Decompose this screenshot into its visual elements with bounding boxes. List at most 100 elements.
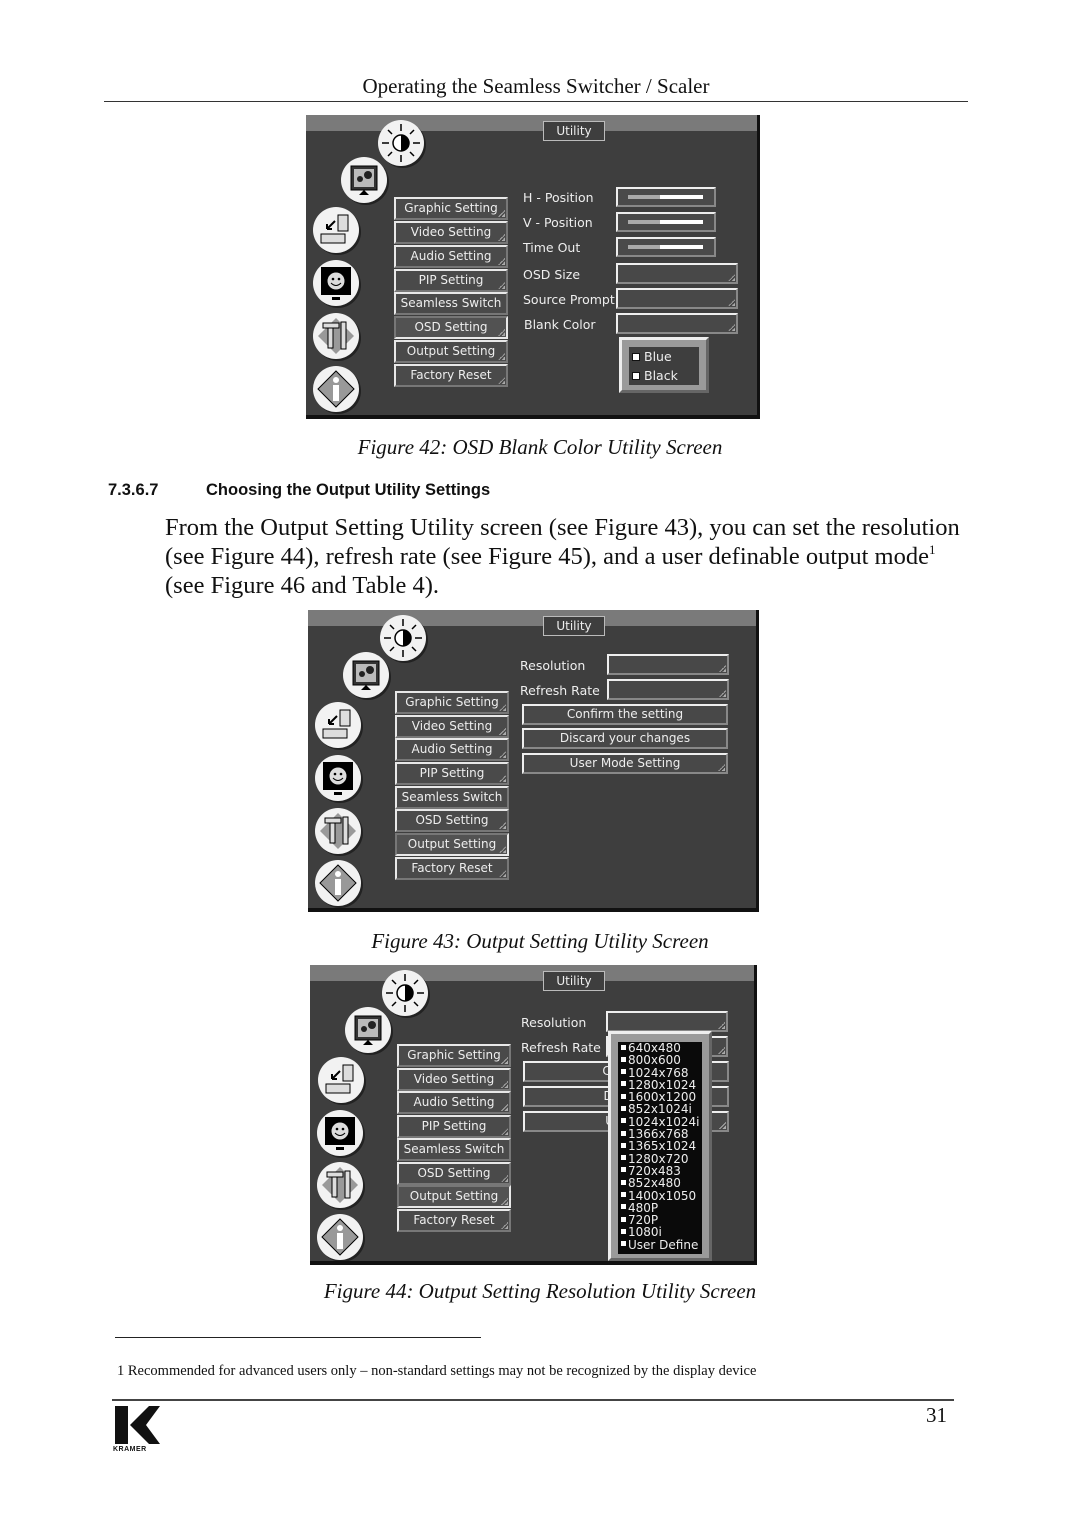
osd-screen-figure-43: Utility Graphic Setting Video Setting Au… bbox=[308, 610, 759, 912]
refresh-rate-label: Refresh Rate bbox=[520, 683, 600, 698]
osd-title-tab: Utility bbox=[543, 121, 605, 141]
grip-icon bbox=[499, 870, 506, 877]
footnote-ref[interactable]: 1 bbox=[929, 542, 936, 557]
resolution-options-list[interactable]: 640x480 800x600 1024x768 1280x1024 1600x1200… bbox=[618, 1042, 702, 1254]
bullet-icon bbox=[621, 1130, 626, 1136]
discard-changes-button[interactable]: Discard your changes bbox=[522, 728, 728, 749]
grip-icon bbox=[498, 282, 505, 289]
screen-adjust-icon[interactable] bbox=[313, 260, 359, 306]
menu-osd-setting[interactable]: OSD Setting bbox=[397, 1162, 511, 1185]
bullet-icon bbox=[621, 1142, 626, 1148]
input-icon[interactable] bbox=[318, 1057, 364, 1103]
grip-icon bbox=[718, 764, 725, 771]
osd-title-tab: Utility bbox=[543, 971, 605, 991]
grip-icon bbox=[498, 329, 505, 336]
grip-icon bbox=[499, 751, 506, 758]
osd-size-label: OSD Size bbox=[523, 267, 581, 282]
bullet-icon bbox=[621, 1204, 626, 1210]
screen-adjust-icon[interactable] bbox=[317, 1110, 363, 1156]
input-icon[interactable] bbox=[313, 207, 359, 253]
section-title: Choosing the Output Utility Settings bbox=[206, 481, 491, 499]
logo-text: KRAMER bbox=[113, 1446, 147, 1453]
menu-audio-setting[interactable]: Audio Setting bbox=[394, 245, 508, 268]
info-icon[interactable] bbox=[315, 860, 361, 906]
menu-factory-reset[interactable]: Factory Reset bbox=[397, 1209, 511, 1232]
osd-top-bar bbox=[308, 610, 756, 626]
grip-icon bbox=[501, 1222, 508, 1229]
h-position-slider[interactable] bbox=[616, 187, 716, 207]
bullet-icon bbox=[621, 1192, 626, 1198]
time-out-slider[interactable] bbox=[616, 237, 716, 257]
picture-icon[interactable] bbox=[341, 157, 387, 203]
resolution-option[interactable]: User Define bbox=[618, 1239, 702, 1251]
source-prompt-label: Source Prompt bbox=[523, 292, 615, 307]
osd-screen-figure-42: Utility Graphic Setting Video Setting Au… bbox=[306, 115, 760, 419]
menu-pip-setting[interactable]: PIP Setting bbox=[394, 269, 508, 292]
bullet-icon bbox=[621, 1216, 626, 1222]
confirm-setting-button[interactable]: Confirm the setting bbox=[522, 704, 728, 725]
refresh-rate-dropdown[interactable] bbox=[607, 679, 729, 700]
bullet-icon bbox=[621, 1056, 626, 1062]
grip-icon bbox=[719, 1122, 726, 1129]
option-blue[interactable]: Blue bbox=[629, 347, 699, 366]
slider-fill bbox=[628, 245, 660, 249]
picture-icon[interactable] bbox=[345, 1007, 391, 1053]
footnote: 1 Recommended for advanced users only – … bbox=[117, 1363, 757, 1379]
resolution-dropdown[interactable] bbox=[606, 1011, 728, 1032]
blank-color-dropdown[interactable] bbox=[616, 313, 738, 334]
running-header: Operating the Seamless Switcher / Scaler bbox=[362, 74, 710, 98]
tools-icon[interactable] bbox=[317, 1162, 363, 1208]
menu-graphic-setting[interactable]: Graphic Setting bbox=[394, 197, 508, 220]
input-icon[interactable] bbox=[315, 702, 361, 748]
grip-icon bbox=[498, 258, 505, 265]
bullet-icon bbox=[621, 1228, 626, 1234]
menu-osd-setting[interactable]: OSD Setting bbox=[395, 809, 509, 832]
menu-seamless-switch[interactable]: Seamless Switch bbox=[395, 786, 509, 809]
menu-pip-setting[interactable]: PIP Setting bbox=[397, 1115, 511, 1138]
bullet-icon bbox=[621, 1241, 626, 1247]
menu-audio-setting[interactable]: Audio Setting bbox=[397, 1091, 511, 1114]
info-icon[interactable] bbox=[317, 1214, 363, 1260]
picture-icon[interactable] bbox=[343, 652, 389, 698]
body-paragraph: From the Output Setting Utility screen (… bbox=[165, 514, 960, 599]
resolution-dropdown[interactable] bbox=[607, 654, 729, 675]
grip-icon bbox=[499, 846, 506, 853]
source-prompt-dropdown[interactable] bbox=[616, 288, 738, 309]
v-position-slider[interactable] bbox=[616, 212, 716, 232]
user-mode-setting-button[interactable]: User Mode Setting bbox=[522, 753, 728, 774]
blank-color-popup: Blue Black bbox=[619, 337, 709, 393]
menu-audio-setting[interactable]: Audio Setting bbox=[395, 738, 509, 761]
osd-top-bar bbox=[306, 115, 757, 131]
osd-screen-figure-44: Utility Graphic Setting Video Setting Au… bbox=[310, 965, 757, 1265]
menu-output-setting[interactable]: Output Setting bbox=[395, 833, 509, 856]
menu-video-setting[interactable]: Video Setting bbox=[397, 1068, 511, 1091]
slider-fill bbox=[628, 195, 660, 199]
resolution-label: Resolution bbox=[520, 658, 586, 673]
section-number: 7.3.6.7 bbox=[108, 481, 159, 499]
grip-icon bbox=[719, 665, 726, 672]
grip-icon bbox=[501, 1198, 508, 1205]
info-icon[interactable] bbox=[313, 366, 359, 412]
menu-factory-reset[interactable]: Factory Reset bbox=[394, 364, 508, 387]
menu-graphic-setting[interactable]: Graphic Setting bbox=[397, 1044, 511, 1067]
figure-43-caption: Figure 43: Output Setting Utility Screen bbox=[371, 929, 709, 953]
menu-factory-reset[interactable]: Factory Reset bbox=[395, 857, 509, 880]
menu-osd-setting[interactable]: OSD Setting bbox=[394, 316, 508, 339]
menu-pip-setting[interactable]: PIP Setting bbox=[395, 762, 509, 785]
option-black[interactable]: Black bbox=[629, 366, 699, 385]
screen-adjust-icon[interactable] bbox=[315, 755, 361, 801]
osd-size-dropdown[interactable] bbox=[616, 263, 738, 284]
bullet-icon bbox=[621, 1118, 626, 1124]
menu-video-setting[interactable]: Video Setting bbox=[394, 221, 508, 244]
menu-seamless-switch[interactable]: Seamless Switch bbox=[394, 292, 508, 315]
refresh-rate-label: Refresh Rate bbox=[521, 1040, 601, 1055]
menu-output-setting[interactable]: Output Setting bbox=[394, 340, 508, 363]
menu-seamless-switch[interactable]: Seamless Switch bbox=[397, 1138, 511, 1161]
tools-icon[interactable] bbox=[315, 808, 361, 854]
menu-output-setting[interactable]: Output Setting bbox=[397, 1185, 511, 1208]
slider-fill bbox=[628, 220, 660, 224]
menu-video-setting[interactable]: Video Setting bbox=[395, 715, 509, 738]
tools-icon[interactable] bbox=[313, 313, 359, 359]
menu-graphic-setting[interactable]: Graphic Setting bbox=[395, 691, 509, 714]
grip-icon bbox=[719, 690, 726, 697]
